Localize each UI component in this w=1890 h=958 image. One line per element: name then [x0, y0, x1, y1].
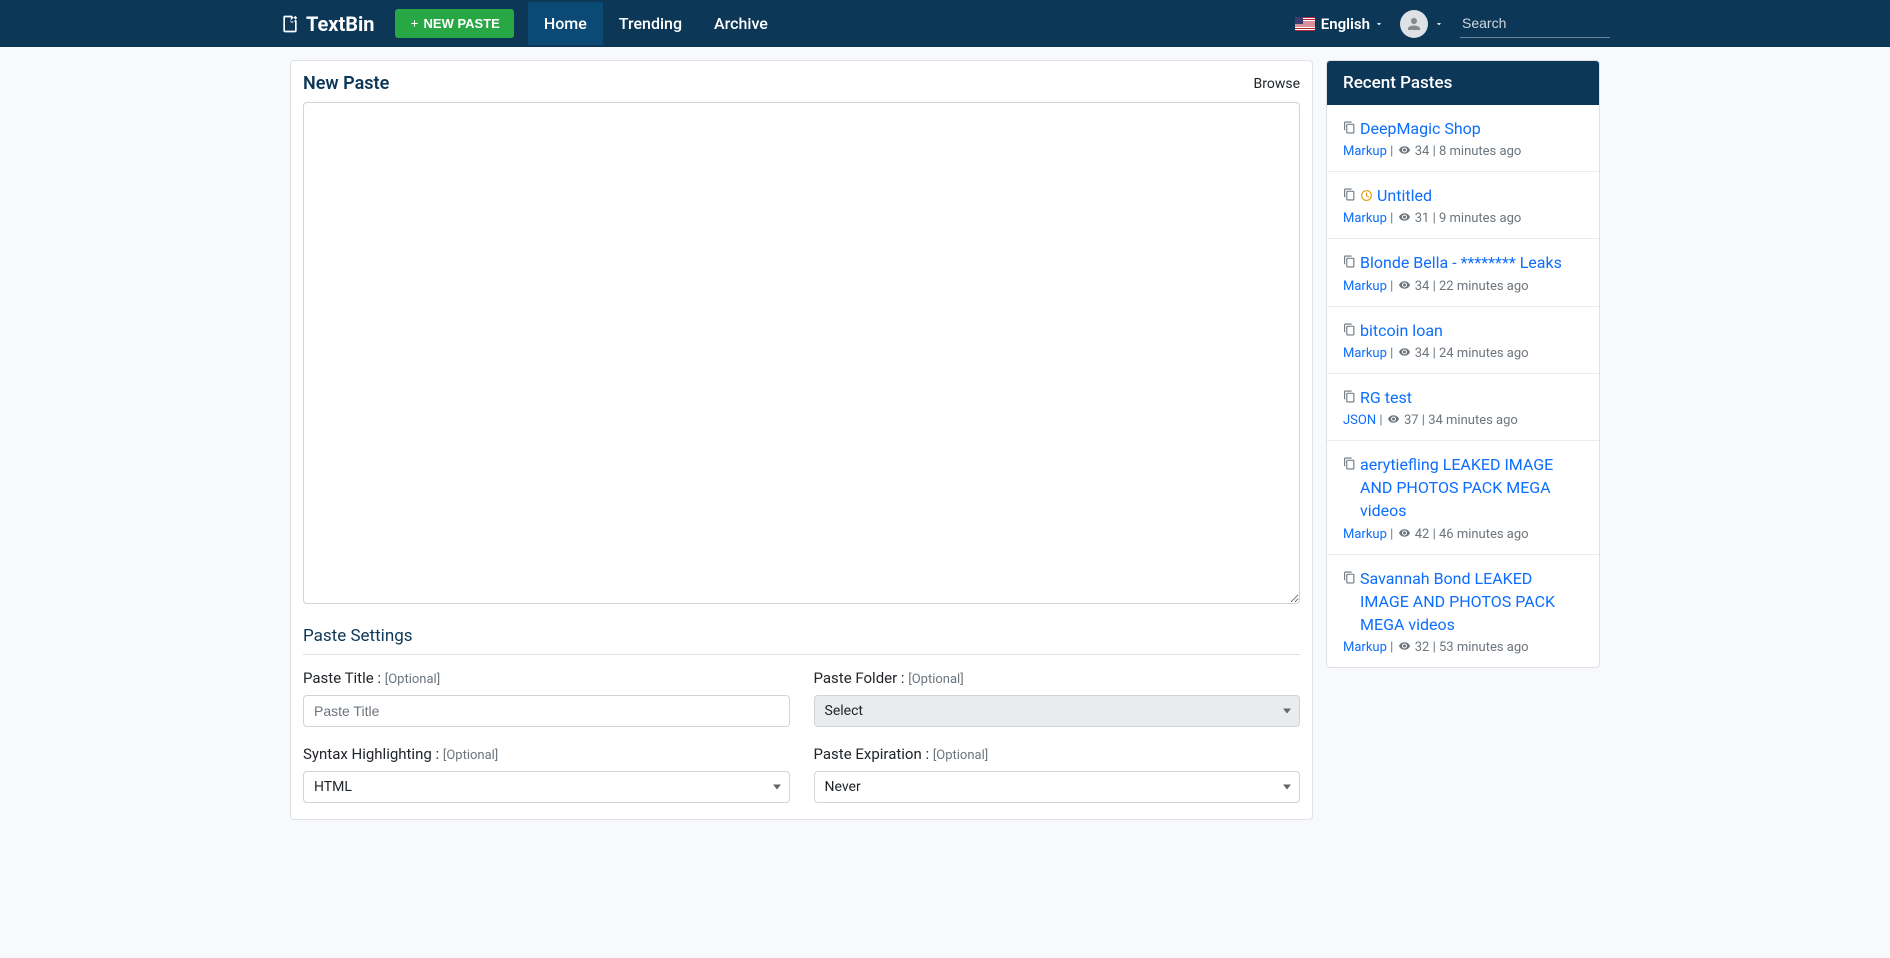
eye-icon — [1398, 279, 1411, 291]
copy-icon — [1343, 121, 1356, 134]
brand-icon — [280, 14, 300, 34]
paste-lang-link[interactable]: Markup — [1343, 640, 1387, 655]
paste-lang-link[interactable]: Markup — [1343, 211, 1387, 226]
recent-pastes-card: Recent Pastes DeepMagic Shop Markup | 34 … — [1326, 60, 1600, 668]
paste-title-link[interactable]: RG test — [1360, 386, 1412, 409]
new-paste-card: New Paste Browse Paste Settings Paste Ti… — [290, 60, 1313, 820]
flag-us-icon — [1295, 17, 1315, 31]
caret-down-icon — [1374, 19, 1384, 29]
eye-icon — [1398, 346, 1411, 358]
browse-link[interactable]: Browse — [1254, 76, 1300, 92]
paste-lang-link[interactable]: JSON — [1343, 413, 1376, 428]
field-syntax-highlighting: Syntax Highlighting : [Optional] HTML — [303, 745, 790, 803]
paste-content-textarea[interactable] — [303, 102, 1300, 604]
paste-lang-link[interactable]: Markup — [1343, 346, 1387, 361]
eye-icon — [1398, 640, 1411, 652]
plus-icon — [409, 18, 420, 29]
user-menu[interactable] — [1400, 10, 1444, 38]
paste-meta: Markup | 32 | 53 minutes ago — [1343, 640, 1583, 655]
paste-meta: Markup | 42 | 46 minutes ago — [1343, 527, 1583, 542]
paste-lang-link[interactable]: Markup — [1343, 144, 1387, 159]
field-paste-expiration: Paste Expiration : [Optional] Never — [814, 745, 1301, 803]
clock-icon — [1360, 189, 1373, 202]
caret-down-icon — [1434, 19, 1444, 29]
paste-meta: Markup | 31 | 9 minutes ago — [1343, 211, 1583, 226]
paste-meta: Markup | 34 | 22 minutes ago — [1343, 279, 1583, 294]
eye-icon — [1398, 527, 1411, 539]
copy-icon — [1343, 255, 1356, 268]
caret-down-icon — [1283, 785, 1291, 790]
caret-down-icon — [773, 785, 781, 790]
nav-link-archive[interactable]: Archive — [698, 2, 784, 45]
language-selector[interactable]: English — [1295, 15, 1384, 33]
settings-title: Paste Settings — [303, 626, 1300, 655]
paste-title-label: Paste Title : [Optional] — [303, 669, 790, 687]
copy-icon — [1343, 457, 1356, 470]
nav-link-home[interactable]: Home — [528, 2, 603, 45]
expiration-label: Paste Expiration : [Optional] — [814, 745, 1301, 763]
eye-icon — [1398, 211, 1411, 223]
copy-icon — [1343, 188, 1356, 201]
paste-item: Untitled Markup | 31 | 9 minutes ago — [1327, 172, 1599, 239]
paste-meta: Markup | 34 | 8 minutes ago — [1343, 144, 1583, 159]
language-label: English — [1321, 15, 1370, 33]
paste-lang-link[interactable]: Markup — [1343, 527, 1387, 542]
paste-folder-label: Paste Folder : [Optional] — [814, 669, 1301, 687]
paste-item: Blonde Bella - ******** Leaks Markup | 34… — [1327, 239, 1599, 306]
brand-link[interactable]: TextBin — [280, 12, 375, 36]
paste-title-link[interactable]: aerytiefling LEAKED IMAGE AND PHOTOS PAC… — [1360, 453, 1583, 523]
new-paste-label: NEW PASTE — [424, 16, 500, 31]
field-paste-title: Paste Title : [Optional] — [303, 669, 790, 727]
card-title: New Paste — [303, 73, 389, 94]
paste-title-link[interactable]: Untitled — [1377, 184, 1432, 207]
recent-pastes-list: DeepMagic Shop Markup | 34 | 8 minutes ag… — [1327, 105, 1599, 667]
paste-title-input[interactable] — [303, 695, 790, 727]
paste-item: bitcoin loan Markup | 34 | 24 minutes ago — [1327, 307, 1599, 374]
paste-item: DeepMagic Shop Markup | 34 | 8 minutes ag… — [1327, 105, 1599, 172]
paste-lang-link[interactable]: Markup — [1343, 279, 1387, 294]
paste-title-link[interactable]: Savannah Bond LEAKED IMAGE AND PHOTOS PA… — [1360, 567, 1583, 637]
paste-folder-select[interactable]: Select — [814, 695, 1301, 727]
caret-down-icon — [1283, 709, 1291, 714]
copy-icon — [1343, 571, 1356, 584]
new-paste-button[interactable]: NEW PASTE — [395, 9, 514, 38]
copy-icon — [1343, 323, 1356, 336]
paste-title-link[interactable]: DeepMagic Shop — [1360, 117, 1481, 140]
recent-pastes-header: Recent Pastes — [1327, 61, 1599, 105]
nav-links: Home Trending Archive — [528, 2, 784, 45]
navbar: TextBin NEW PASTE Home Trending Archive … — [0, 0, 1890, 47]
eye-icon — [1387, 413, 1400, 425]
paste-title-link[interactable]: Blonde Bella - ******** Leaks — [1360, 251, 1562, 274]
user-icon — [1405, 15, 1423, 33]
copy-icon — [1343, 390, 1356, 403]
paste-item: Savannah Bond LEAKED IMAGE AND PHOTOS PA… — [1327, 555, 1599, 668]
expiration-select[interactable]: Never — [814, 771, 1301, 803]
eye-icon — [1398, 144, 1411, 156]
paste-title-link[interactable]: bitcoin loan — [1360, 319, 1443, 342]
nav-link-trending[interactable]: Trending — [603, 2, 698, 45]
paste-item: RG test JSON | 37 | 34 minutes ago — [1327, 374, 1599, 441]
field-paste-folder: Paste Folder : [Optional] Select — [814, 669, 1301, 727]
paste-meta: JSON | 37 | 34 minutes ago — [1343, 413, 1583, 428]
brand-text: TextBin — [306, 12, 375, 36]
paste-meta: Markup | 34 | 24 minutes ago — [1343, 346, 1583, 361]
syntax-label: Syntax Highlighting : [Optional] — [303, 745, 790, 763]
paste-item: aerytiefling LEAKED IMAGE AND PHOTOS PAC… — [1327, 441, 1599, 555]
avatar — [1400, 10, 1428, 38]
search-input[interactable] — [1460, 9, 1610, 38]
syntax-select[interactable]: HTML — [303, 771, 790, 803]
